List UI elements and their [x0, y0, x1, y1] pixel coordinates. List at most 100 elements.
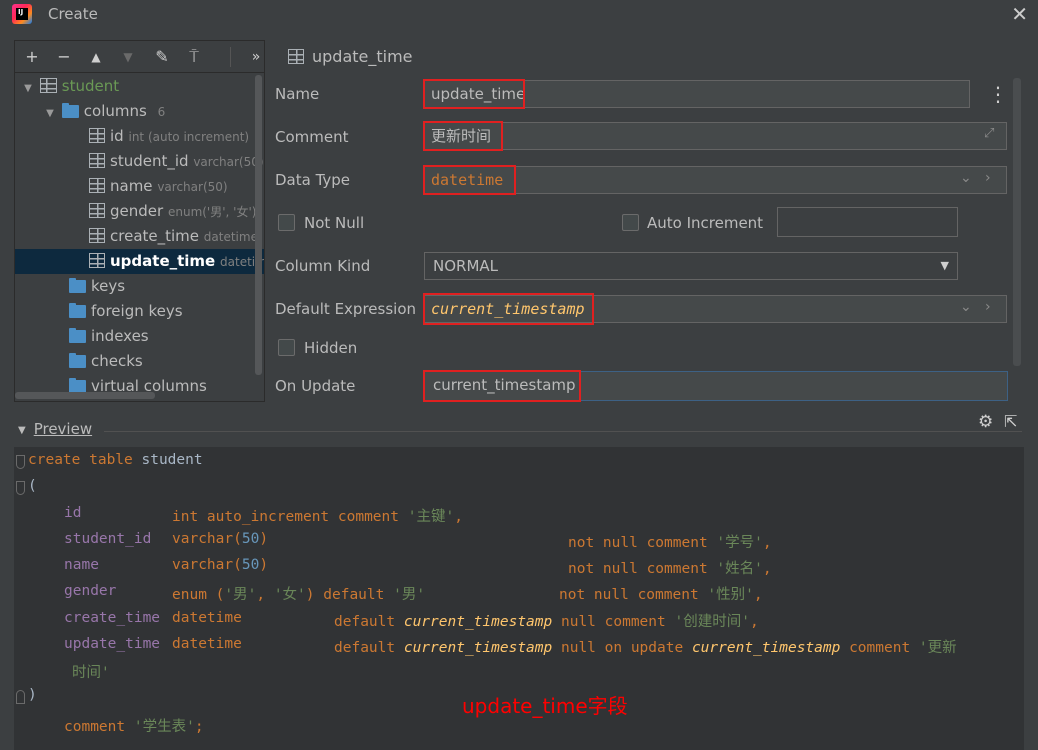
code-line-gender-type: enum ('男', '女') default '男' [172, 587, 426, 603]
code-line-student-id: student_id [64, 531, 152, 547]
column-key-icon [89, 128, 105, 143]
comment-field[interactable]: 更新时间 [424, 122, 1007, 150]
more-icon[interactable]: » [245, 47, 264, 67]
tree-vertical-scrollbar[interactable] [255, 75, 262, 375]
column-icon [89, 253, 105, 268]
column-icon [89, 228, 105, 243]
tree-item-columns[interactable]: ▼ columns 6 [15, 99, 264, 126]
not-null-checkbox[interactable] [278, 214, 295, 231]
code-line-update-time-wrap: 时间' [72, 665, 110, 681]
highlight-box-on-update [423, 370, 581, 402]
folder-icon [69, 278, 86, 293]
folder-icon [69, 353, 86, 368]
move-up-icon[interactable]: ▲ [85, 47, 107, 67]
tree-item-column-create-time[interactable]: create_time datetime [15, 224, 264, 249]
properties-header: update_time [288, 47, 413, 66]
code-line-id: id [64, 505, 82, 521]
comment-label: Comment [275, 128, 349, 146]
code-line-student-id-rest: not null comment '学号', [568, 535, 772, 551]
tree-item-column-name[interactable]: name varchar(50) [15, 174, 264, 199]
folder-icon [69, 303, 86, 318]
not-null-label: Not Null [304, 214, 365, 232]
folder-icon [69, 328, 86, 343]
highlight-box-name [423, 79, 525, 109]
tree-toolbar: + − ▲ ▼ ✎ ⍑ » [15, 41, 264, 73]
edit-icon[interactable]: ✎ [151, 47, 173, 67]
hidden-label: Hidden [304, 339, 358, 357]
auto-increment-value-field[interactable] [777, 207, 958, 237]
preview-divider [104, 431, 1022, 432]
tree-item-foreign-keys[interactable]: foreign keys [15, 299, 264, 324]
expand-arrow-icon[interactable]: ▼ [43, 101, 57, 126]
open-external-icon[interactable]: ⇱ [1004, 412, 1017, 431]
code-line-close: ) [28, 687, 37, 703]
tree-item-keys[interactable]: keys [15, 274, 264, 299]
column-kind-select[interactable]: NORMAL ▼ [424, 252, 958, 280]
code-line-name-type: varchar(50) [172, 557, 269, 573]
collapse-arrow-icon[interactable]: ▼ [18, 425, 26, 436]
column-icon [288, 49, 304, 64]
tree-item-checks[interactable]: checks [15, 349, 264, 374]
tree-item-column-update-time[interactable]: update_time datetime [15, 249, 264, 274]
code-line-update-time-type: datetime [172, 636, 242, 652]
schema-tree-panel: + − ▲ ▼ ✎ ⍑ » ▼ student ▼ columns 6 id i… [14, 40, 265, 402]
code-line-create-time-type: datetime [172, 610, 242, 626]
chevron-right-icon[interactable]: › [985, 170, 991, 186]
name-label: Name [275, 85, 320, 103]
remove-icon[interactable]: − [53, 47, 75, 67]
code-line-create-time-rest: default current_timestamp null comment '… [334, 614, 759, 630]
tree-horizontal-scrollbar[interactable] [15, 392, 155, 399]
app-logo-icon: IJ [12, 4, 32, 24]
data-type-label: Data Type [275, 171, 351, 189]
tree-item-column-student-id[interactable]: student_id varchar(50) [15, 149, 264, 174]
highlight-box-default [423, 293, 594, 325]
auto-increment-checkbox[interactable] [622, 214, 639, 231]
column-kind-label: Column Kind [275, 257, 371, 275]
column-icon [89, 153, 105, 168]
add-icon[interactable]: + [21, 47, 43, 67]
code-line-update-time: update_time [64, 636, 161, 652]
code-line-name-rest: not null comment '姓名', [568, 561, 772, 577]
fold-marker-icon[interactable] [16, 455, 25, 469]
code-line-name: name [64, 557, 99, 573]
code-line-2: ( [28, 478, 37, 494]
on-update-label: On Update [275, 377, 356, 395]
tree-item-indexes[interactable]: indexes [15, 324, 264, 349]
tree-item-column-id[interactable]: id int (auto increment) [15, 124, 264, 149]
auto-increment-label: Auto Increment [647, 214, 764, 232]
code-line-gender-rest: not null comment '性别', [559, 587, 763, 603]
column-icon [89, 203, 105, 218]
annotation-text: update_time字段 [462, 694, 628, 718]
folder-icon [61, 103, 79, 118]
code-line-create-time: create_time [64, 610, 161, 626]
properties-scrollbar[interactable] [1013, 78, 1021, 366]
hidden-checkbox[interactable] [278, 339, 295, 356]
chevron-down-icon[interactable]: ⌄ [960, 299, 972, 315]
close-icon[interactable]: ✕ [1011, 2, 1028, 26]
code-line-id-def: int auto_increment comment '主键', [172, 509, 463, 525]
table-icon [39, 78, 57, 93]
highlight-box-comment [423, 121, 503, 151]
preview-header[interactable]: ▼ Preview [18, 420, 92, 438]
more-vertical-icon[interactable]: ⋮ [988, 84, 1008, 104]
expand-arrow-icon[interactable]: ▼ [21, 76, 35, 101]
chevron-right-icon[interactable]: › [985, 299, 991, 315]
code-line-gender: gender [64, 583, 117, 599]
tree-item-column-gender[interactable]: gender enum('男', '女') [15, 199, 264, 224]
chevron-down-icon[interactable]: ⌄ [960, 170, 972, 186]
toolbar-separator [230, 47, 231, 67]
highlight-box-data-type [423, 165, 516, 195]
fold-marker-icon[interactable] [16, 481, 25, 495]
tree-item-student[interactable]: ▼ student [15, 74, 264, 101]
pin-icon[interactable]: ⍑ [183, 47, 205, 67]
expand-field-icon[interactable]: ⤢ [984, 126, 994, 141]
move-down-icon[interactable]: ▼ [117, 47, 139, 67]
fold-marker-icon[interactable] [16, 690, 25, 704]
settings-gear-icon[interactable]: ⚙ [978, 412, 993, 432]
code-line-1: create table student [28, 452, 203, 468]
code-line-student-id-type: varchar(50) [172, 531, 269, 547]
code-line-update-time-rest: default current_timestamp null on update… [334, 640, 957, 656]
window-title: Create [48, 5, 98, 23]
title-bar: IJ Create ✕ [0, 0, 1038, 28]
default-expression-label: Default Expression [275, 300, 416, 318]
